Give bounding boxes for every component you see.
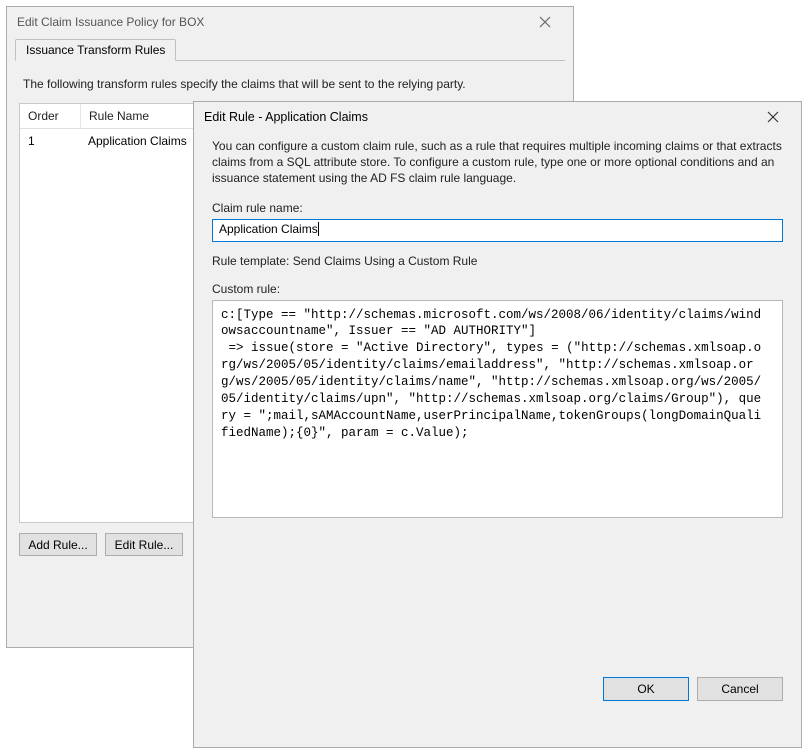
edit-rule-body: You can configure a custom claim rule, s… <box>194 132 801 715</box>
claim-rule-name-input[interactable] <box>212 219 783 242</box>
policy-titlebar[interactable]: Edit Claim Issuance Policy for BOX <box>7 7 573 37</box>
claim-rule-name-label: Claim rule name: <box>212 201 783 215</box>
custom-rule-textarea[interactable] <box>212 300 783 518</box>
cancel-button[interactable]: Cancel <box>697 677 783 701</box>
rule-template-label: Rule template: Send Claims Using a Custo… <box>212 254 783 268</box>
close-icon[interactable] <box>753 103 793 131</box>
policy-title: Edit Claim Issuance Policy for BOX <box>17 15 204 29</box>
tab-row: Issuance Transform Rules <box>7 37 573 61</box>
edit-rule-title: Edit Rule - Application Claims <box>204 110 368 124</box>
edit-rule-titlebar[interactable]: Edit Rule - Application Claims <box>194 102 801 132</box>
edit-rule-window: Edit Rule - Application Claims You can c… <box>193 101 802 748</box>
claim-rule-name-input-wrap: Application Claims <box>212 219 783 242</box>
column-order[interactable]: Order <box>20 104 81 128</box>
ok-button[interactable]: OK <box>603 677 689 701</box>
edit-rule-description: You can configure a custom claim rule, s… <box>212 138 783 187</box>
cell-order: 1 <box>20 129 80 153</box>
close-icon[interactable] <box>525 8 565 36</box>
dialog-button-row: OK Cancel <box>212 677 783 701</box>
policy-intro-text: The following transform rules specify th… <box>23 77 557 91</box>
tab-issuance-transform-rules[interactable]: Issuance Transform Rules <box>15 39 176 61</box>
custom-rule-label: Custom rule: <box>212 282 783 296</box>
edit-rule-button[interactable]: Edit Rule... <box>105 533 183 556</box>
add-rule-button[interactable]: Add Rule... <box>19 533 97 556</box>
